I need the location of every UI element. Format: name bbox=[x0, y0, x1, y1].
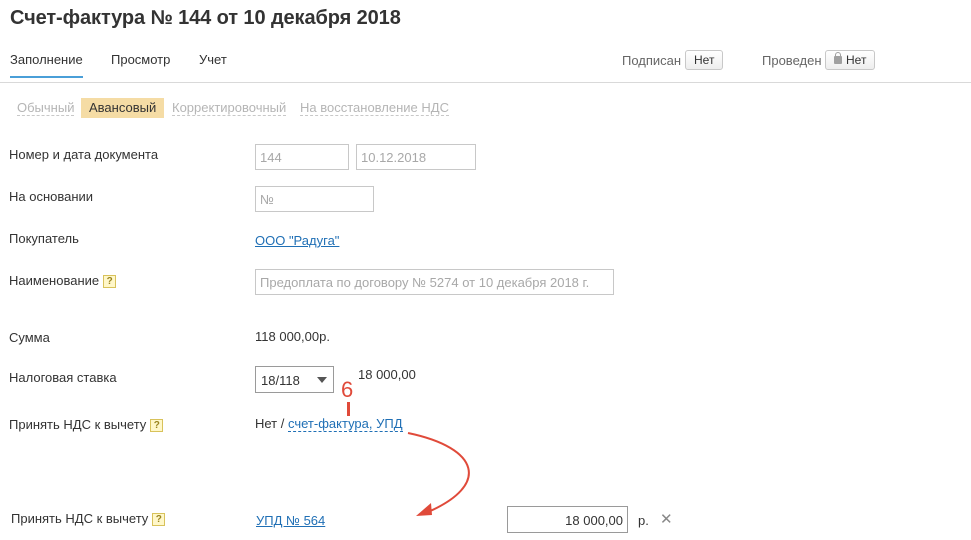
currency-label: р. bbox=[638, 513, 649, 528]
vat-amount-input[interactable]: 18 000,00 bbox=[507, 506, 628, 533]
upd-link[interactable]: УПД № 564 bbox=[256, 513, 325, 528]
vat-deduction-label-2: Принять НДС к вычету? bbox=[11, 511, 166, 526]
vat-deduction-label-2-text: Принять НДС к вычету bbox=[11, 511, 149, 526]
close-icon[interactable]: ✕ bbox=[660, 510, 673, 528]
annotation-arrow bbox=[407, 432, 470, 516]
help-icon[interactable]: ? bbox=[152, 513, 166, 526]
